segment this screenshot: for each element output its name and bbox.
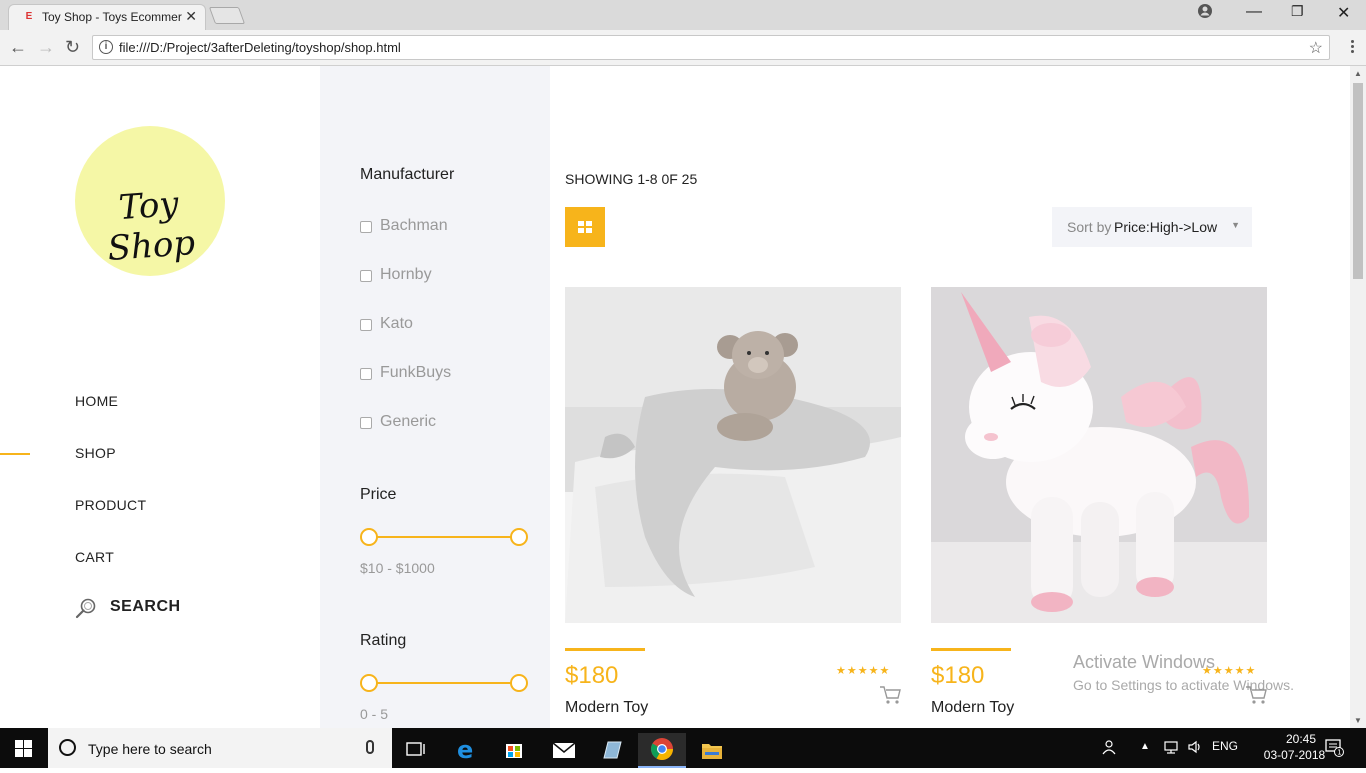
task-view-icon[interactable]	[392, 733, 440, 768]
browser-menu-icon[interactable]	[1351, 40, 1355, 56]
product-price: $180	[565, 662, 619, 689]
price-slider-track[interactable]	[368, 536, 520, 538]
manufacturer-checkbox[interactable]	[360, 270, 372, 282]
new-tab-button[interactable]	[208, 7, 246, 24]
store-icon[interactable]	[490, 733, 538, 768]
product-price: $180	[931, 662, 985, 689]
product-name[interactable]: Modern Toy	[931, 699, 1014, 717]
grid-view-icon[interactable]	[565, 207, 605, 247]
browser-toolbar: ← → ↻ i file:///D:/Project/3afterDeletin…	[0, 30, 1366, 66]
search-icon[interactable]	[75, 597, 97, 619]
people-icon[interactable]	[1102, 739, 1118, 758]
scroll-up-icon[interactable]: ▲	[1354, 69, 1362, 78]
add-to-cart-icon[interactable]	[879, 685, 901, 705]
restore-icon[interactable]: ❐	[1291, 3, 1304, 20]
nav-home[interactable]: HOME	[75, 393, 118, 409]
chrome-icon[interactable]	[638, 733, 686, 768]
chevron-down-icon: ▼	[1231, 220, 1240, 230]
price-range-text: $10 - $1000	[360, 560, 435, 576]
page-viewport: Toy Shop HOME SHOP PRODUCT CART SEARCH M…	[0, 66, 1350, 728]
manufacturer-checkbox[interactable]	[360, 221, 372, 233]
sort-dropdown[interactable]: Sort by Price:High->Low ▼	[1052, 207, 1252, 247]
close-window-icon[interactable]: ✕	[1337, 3, 1350, 23]
price-slider-max-handle[interactable]	[510, 528, 528, 546]
manufacturer-label[interactable]: Bachman	[380, 217, 448, 235]
windows-taskbar: Type here to search e ▲ ENG 20:45 03-07-…	[0, 728, 1366, 768]
tab-close-icon[interactable]: ✕	[185, 8, 197, 25]
product-image[interactable]	[931, 287, 1267, 623]
page-scrollbar[interactable]: ▲ ▼	[1350, 66, 1366, 728]
profile-icon[interactable]	[1197, 3, 1213, 24]
browser-tab[interactable]: E Toy Shop - Toys Ecommerce ✕	[8, 4, 206, 30]
reload-icon[interactable]: ↻	[65, 37, 80, 58]
tab-favicon-icon: E	[25, 11, 33, 22]
site-info-icon[interactable]: i	[99, 40, 113, 54]
nav-product[interactable]: PRODUCT	[75, 497, 146, 513]
show-hidden-icons-icon[interactable]: ▲	[1140, 741, 1150, 752]
manufacturer-checkbox[interactable]	[360, 417, 372, 429]
minimize-icon[interactable]: —	[1246, 3, 1262, 21]
manufacturer-label[interactable]: Generic	[380, 413, 436, 431]
manufacturer-label[interactable]: Hornby	[380, 266, 432, 284]
nav-shop[interactable]: SHOP	[75, 445, 116, 461]
nav-active-indicator	[0, 453, 30, 455]
logo-text: Toy Shop	[106, 184, 197, 269]
bookmark-star-icon[interactable]: ☆	[1309, 38, 1323, 58]
forward-icon[interactable]: →	[37, 37, 55, 58]
scroll-down-icon[interactable]: ▼	[1354, 716, 1362, 725]
mail-icon[interactable]	[540, 733, 588, 768]
results-count: SHOWING 1-8 0F 25	[565, 171, 698, 187]
browser-titlebar: E Toy Shop - Toys Ecommerce ✕ — ❐ ✕	[0, 0, 1366, 30]
nav-cart[interactable]: CART	[75, 549, 114, 565]
site-logo[interactable]: Toy Shop	[75, 126, 225, 276]
taskbar-search-placeholder: Type here to search	[88, 741, 212, 757]
rating-slider-track[interactable]	[368, 682, 520, 684]
clock-date[interactable]: 03-07-2018	[1263, 748, 1326, 762]
pinned-app-icon[interactable]	[588, 733, 636, 768]
manufacturer-checkbox[interactable]	[360, 368, 372, 380]
edge-browser-icon[interactable]: e	[442, 733, 490, 768]
taskbar-search-box[interactable]: Type here to search	[48, 728, 392, 768]
price-slider-min-handle[interactable]	[360, 528, 378, 546]
activate-windows-subtitle: Go to Settings to activate Windows.	[1073, 677, 1294, 693]
windows-start-icon[interactable]	[15, 740, 33, 757]
manufacturer-heading: Manufacturer	[360, 166, 455, 183]
language-indicator[interactable]: ENG	[1212, 739, 1238, 753]
tab-title: Toy Shop - Toys Ecommerce	[42, 10, 182, 24]
volume-icon[interactable]	[1187, 739, 1203, 758]
manufacturer-label[interactable]: Kato	[380, 315, 413, 333]
product-image[interactable]	[565, 287, 901, 623]
cortana-icon	[59, 739, 76, 756]
price-heading: Price	[360, 486, 397, 503]
sort-prefix-label: Sort by	[1067, 219, 1112, 235]
notifications-icon[interactable]: 1	[1324, 737, 1344, 760]
rating-heading: Rating	[360, 632, 407, 649]
microphone-icon[interactable]	[366, 740, 374, 754]
file-explorer-icon[interactable]	[688, 733, 736, 768]
manufacturer-checkbox[interactable]	[360, 319, 372, 331]
product-rating-stars: ★★★★★	[836, 665, 891, 677]
price-accent-line	[565, 648, 645, 651]
price-accent-line	[931, 648, 1011, 651]
sort-selected-value: Price:High->Low	[1114, 219, 1218, 235]
rating-slider-min-handle[interactable]	[360, 674, 378, 692]
address-bar[interactable]: i file:///D:/Project/3afterDeleting/toys…	[92, 35, 1330, 60]
product-name[interactable]: Modern Toy	[565, 699, 648, 717]
filter-panel: Manufacturer Bachman Hornby Kato FunkBuy…	[320, 66, 550, 728]
nav-search[interactable]: SEARCH	[110, 598, 181, 616]
address-url[interactable]: file:///D:/Project/3afterDeleting/toysho…	[119, 40, 401, 55]
rating-range-text: 0 - 5	[360, 706, 389, 722]
activate-windows-title: Activate Windows	[1073, 652, 1216, 672]
notification-count: 1	[1337, 749, 1341, 757]
clock-time[interactable]: 20:45	[1276, 732, 1326, 746]
scrollbar-thumb[interactable]	[1353, 83, 1363, 279]
manufacturer-label[interactable]: FunkBuys	[380, 364, 451, 382]
back-icon[interactable]: ←	[9, 37, 27, 58]
svg-text:e: e	[457, 736, 473, 764]
rating-slider-max-handle[interactable]	[510, 674, 528, 692]
network-icon[interactable]	[1163, 739, 1179, 758]
